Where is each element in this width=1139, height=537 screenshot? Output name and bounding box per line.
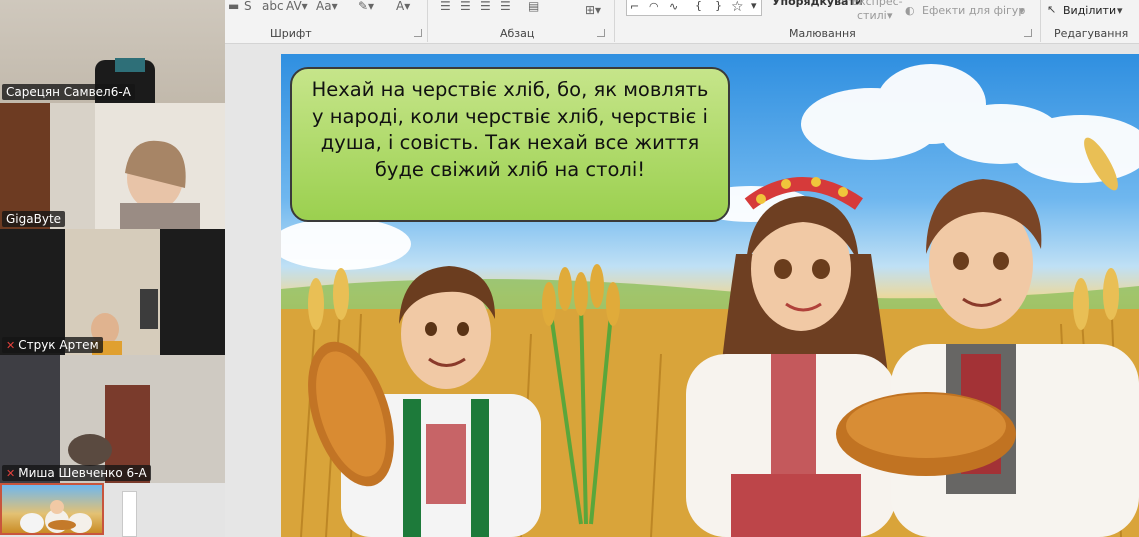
align-right-icon[interactable]: ☰ [480,0,491,12]
participant-name: GigaByte [2,211,66,227]
muted-mic-icon: ✕ [6,339,16,352]
chevron-down-icon: ▾ [887,9,893,22]
slide-thumbnail-strip [0,483,225,537]
editing-group-label: Редагування [1054,27,1129,40]
video-frame-illustration [0,355,150,483]
text-direction-icon[interactable]: ⊞▾ [585,4,601,16]
cursor-icon: ↖ [1047,3,1057,16]
gallery-scroll-icon[interactable]: ▾ [751,0,757,12]
drawing-group-label: Малювання [789,27,856,40]
paragraph-group-label: Абзац [500,27,535,40]
highlight-icon[interactable]: ✎▾ [358,0,374,12]
participants-panel: Сарецян Самвел6-А GigaByte ✕Струк Артем [0,0,225,483]
drawing-dialog-launcher-icon[interactable] [1024,29,1032,37]
columns-icon[interactable]: ▤ [528,0,539,12]
group-divider [1040,0,1041,42]
participant-name-text: Струк Артем [18,338,99,352]
speech-bubble-text: Нехай на черствіє хліб, бо, як мовлять у… [311,78,709,181]
shape-right-brace-icon[interactable]: } [715,0,722,12]
muted-mic-icon: ✕ [6,467,16,480]
font-group-label: Шрифт [270,27,312,40]
font-dialog-launcher-icon[interactable] [414,29,422,37]
group-divider [614,0,615,42]
participant-name-text: GigaByte [6,212,62,226]
shape-star-icon[interactable]: ☆ [731,0,744,15]
participant-name-text: Миша Шевченко 6-А [18,466,147,480]
chevron-down-icon: ▾ [1117,4,1123,17]
chevron-down-icon: ▾ [1019,4,1025,17]
justify-icon[interactable]: ☰ [500,0,511,12]
shapes-gallery[interactable]: ⌐ ◠ ∿ { } ☆ ▾ [626,0,762,16]
quick-styles-label-line2: стилі [857,9,887,22]
participant-video-tile[interactable]: GigaByte [0,103,225,229]
bold-icon[interactable]: ▬ [228,0,239,12]
thumbnail-scrollbar[interactable] [122,491,137,537]
change-case-icon[interactable]: Aa▾ [316,0,338,12]
align-left-icon[interactable]: ☰ [440,0,451,12]
arrange-button[interactable]: Упорядкувати [772,0,863,8]
thumbnail-illustration [20,500,92,533]
shape-effects-button[interactable]: Ефекти для фігур [922,4,1025,17]
group-divider [427,0,428,42]
shape-arc-icon[interactable]: ◠ [649,0,659,13]
shape-line-icon[interactable]: ⌐ [630,0,639,13]
participant-name: ✕ Струк Артем [2,337,103,353]
character-spacing-icon[interactable]: AV▾ [286,0,308,12]
participant-name-text: Сарецян Самвел6-А [6,85,131,99]
paragraph-dialog-launcher-icon[interactable] [597,29,605,37]
participant-name: ✕ Миша Шевченко 6-А [2,465,151,481]
shape-left-brace-icon[interactable]: { [695,0,702,12]
font-color-icon[interactable]: A▾ [396,0,410,12]
speech-bubble[interactable]: Нехай на черствіє хліб, бо, як мовлять у… [290,67,730,222]
align-center-icon[interactable]: ☰ [460,0,471,12]
shape-effects-icon: ◐ [905,4,915,17]
girl-figure [686,177,901,537]
participant-video-tile[interactable]: ✕ Миша Шевченко 6-А [0,355,225,483]
slide-thumbnail-active[interactable] [0,483,104,535]
quick-styles-button[interactable]: Експрес- [852,0,903,8]
shadow-icon[interactable]: S [244,0,252,12]
select-button[interactable]: Виділити [1063,4,1116,17]
participant-name: Сарецян Самвел6-А [2,84,135,100]
participant-video-tile[interactable]: ✕ Струк Артем [0,229,225,355]
strikethrough-icon[interactable]: abc [262,0,284,12]
shape-curve-icon[interactable]: ∿ [669,0,678,13]
